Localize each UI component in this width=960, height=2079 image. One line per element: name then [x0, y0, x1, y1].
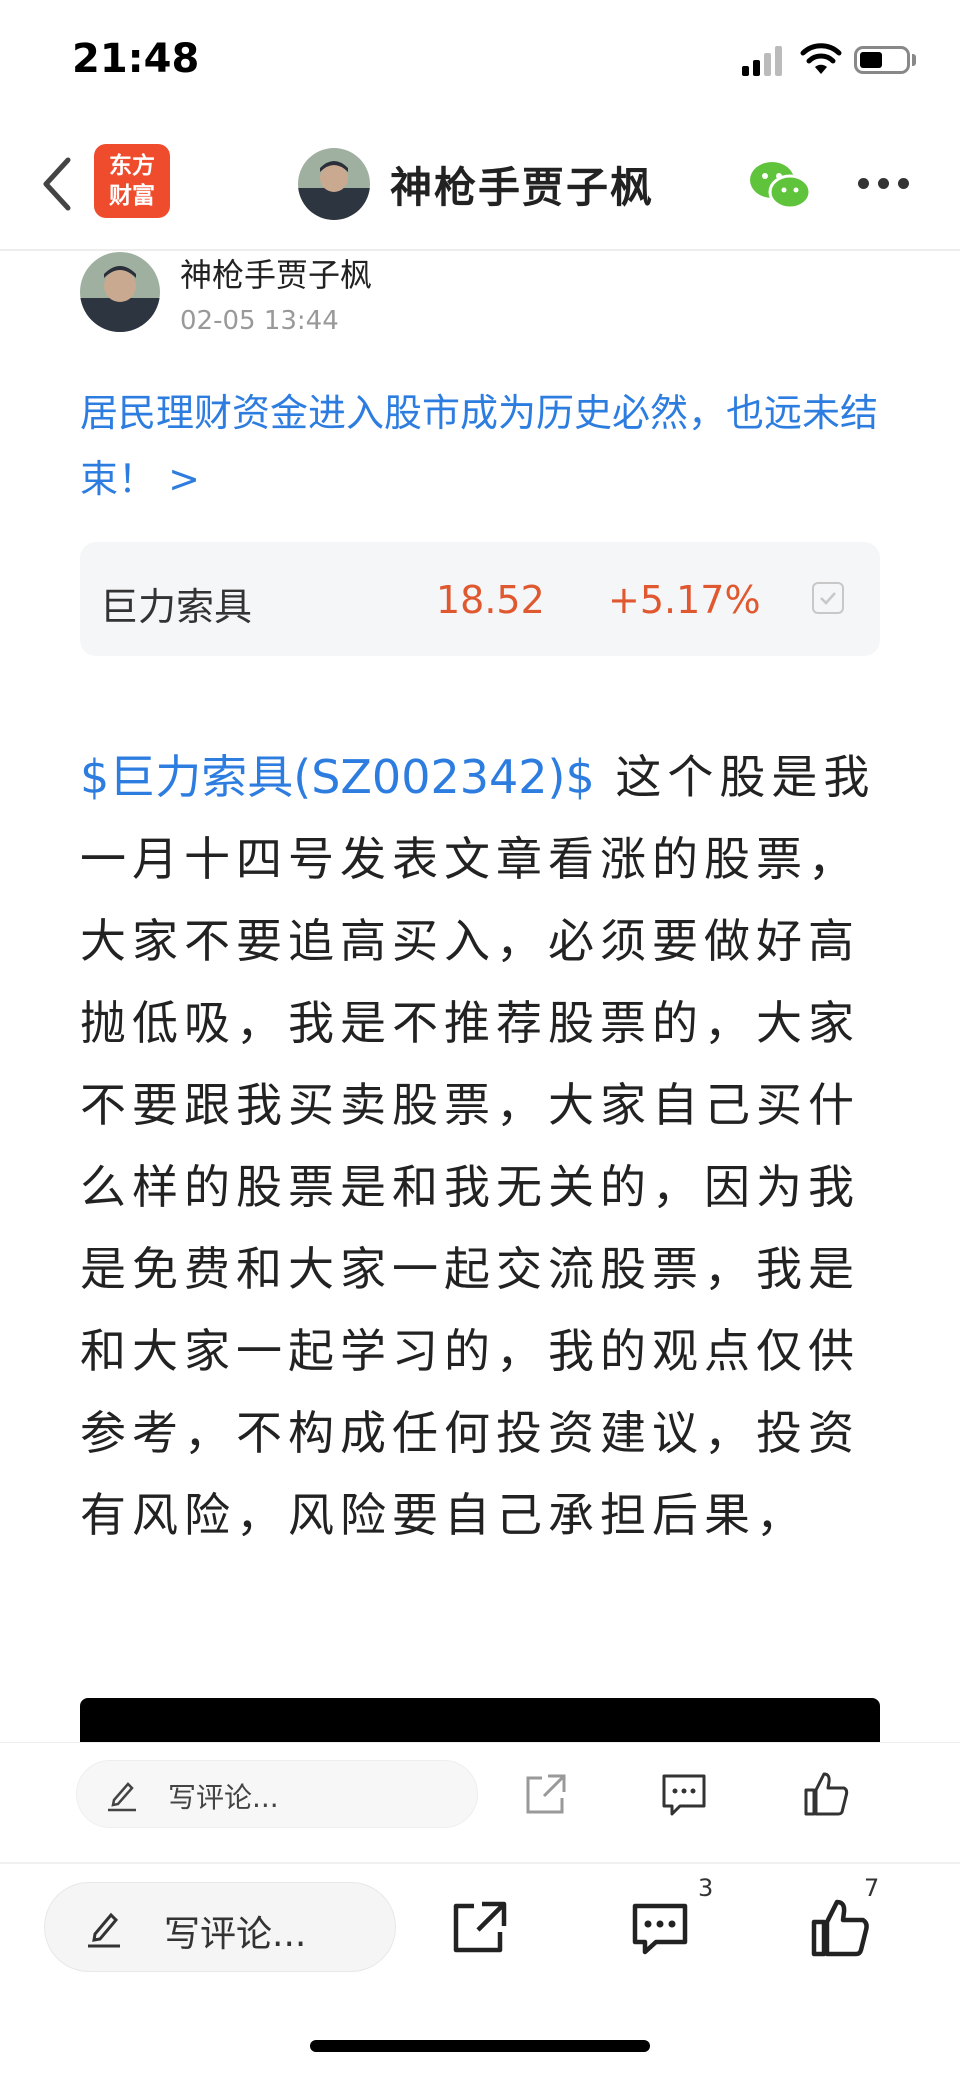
header-title: 神枪手贾子枫	[390, 163, 655, 212]
home-indicator[interactable]	[310, 2040, 650, 2052]
battery-tip	[912, 54, 916, 66]
comment-count: 3	[698, 1874, 714, 1902]
watchlist-checkbox[interactable]	[812, 582, 844, 614]
wechat-icon[interactable]	[748, 158, 812, 212]
header-avatar[interactable]	[298, 148, 370, 220]
comment-icon[interactable]	[630, 1898, 690, 1958]
post-image[interactable]	[80, 1698, 880, 1742]
logo-line1: 东方	[109, 153, 155, 179]
like-icon[interactable]	[802, 1770, 850, 1818]
comment-placeholder: 写评论...	[164, 1914, 307, 1955]
battery-icon	[854, 46, 910, 74]
check-icon	[820, 592, 836, 605]
author-name[interactable]: 神枪手贾子枫	[180, 250, 372, 296]
post-body: $巨力索具(SZ002342)$ 这个股是我一月十四号发表文章看涨的股票，大家不…	[80, 736, 888, 1556]
logo-line2: 财富	[109, 183, 155, 209]
like-icon[interactable]	[810, 1898, 870, 1958]
share-icon[interactable]	[522, 1770, 570, 1818]
stock-change: +5.17%	[608, 578, 761, 622]
comment-icon[interactable]	[660, 1770, 708, 1818]
wifi-icon	[800, 43, 842, 74]
pencil-icon	[88, 1912, 120, 1948]
post-time: 02-05 13:44	[180, 306, 339, 336]
pencil-icon	[108, 1782, 136, 1812]
share-icon[interactable]	[450, 1898, 510, 1958]
more-icon[interactable]	[858, 178, 910, 192]
header-divider	[0, 249, 960, 251]
app-logo[interactable]: 东方 财富	[94, 144, 170, 218]
stock-tag-link[interactable]: $巨力索具(SZ002342)$	[80, 750, 595, 804]
like-count: 7	[864, 1874, 880, 1902]
stock-price: 18.52	[436, 578, 545, 622]
signal-icon	[742, 44, 786, 76]
inner-comment-placeholder: 写评论...	[168, 1781, 279, 1814]
author-avatar[interactable]	[80, 252, 160, 332]
article-title-link[interactable]: 居民理财资金进入股市成为历史必然，也远未结束！ >	[80, 380, 888, 512]
status-time: 21:48	[72, 36, 200, 82]
back-icon[interactable]	[38, 154, 78, 214]
post-body-text: 这个股是我一月十四号发表文章看涨的股票，大家不要追高买入，必须要做好高抛低吸，我…	[80, 750, 876, 1542]
stock-name: 巨力索具	[100, 585, 253, 629]
